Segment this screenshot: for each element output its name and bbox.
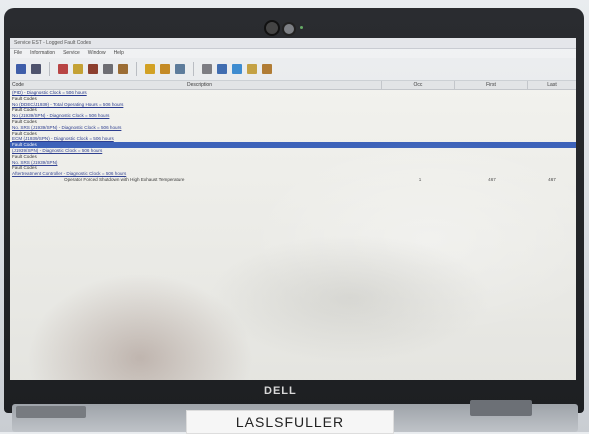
document-icon[interactable] [175,64,185,74]
camera-sensor-icon [282,22,296,36]
home-icon[interactable] [217,64,227,74]
column-last[interactable]: Last [527,81,576,89]
menu-help[interactable]: Help [114,49,124,58]
grid-header: Code Description Occ First Last [10,81,576,90]
menu-bar: File Information Service Window Help [10,49,576,58]
fault-description: Operator Forced Shutdown with High Exhau… [64,176,185,182]
camera-led [300,26,303,29]
settings-icon[interactable] [202,64,212,74]
download-icon[interactable] [232,64,242,74]
window-title: Service EST - Logged Fault Codes [14,40,92,46]
toolbar-separator [193,62,194,76]
fault-last: 467 [548,176,556,182]
asset-label: LASLSFULLER [186,410,394,434]
tools-icon[interactable] [88,64,98,74]
column-description[interactable]: Description [18,81,381,89]
hinge-right [470,400,532,416]
fault-code-row[interactable]: Operator Forced Shutdown with High Exhau… [10,177,576,183]
gauge-icon[interactable] [118,64,128,74]
menu-file[interactable]: File [14,49,22,58]
toolbar-separator [49,62,50,76]
refresh-icon[interactable] [160,64,170,74]
engine-icon[interactable] [103,64,113,74]
window-title-bar: Service EST - Logged Fault Codes [10,38,576,49]
fault-first: 467 [488,176,496,182]
column-first[interactable]: First [454,81,527,89]
graph-icon[interactable] [58,64,68,74]
toolbar [10,58,576,81]
flash-icon[interactable] [73,64,83,74]
save-icon[interactable] [16,64,26,74]
report-icon[interactable] [262,64,272,74]
laptop-screen: Service EST - Logged Fault Codes File In… [10,38,576,380]
menu-service[interactable]: Service [63,49,80,58]
folder-icon[interactable] [145,64,155,74]
menu-information[interactable]: Information [30,49,55,58]
webcam-icon [264,20,280,36]
fault-code-list: (PID) - Diagnostic Clock = 506 hours Fau… [10,90,576,183]
column-code[interactable]: Code [10,81,24,89]
fault-occ: 1 [418,176,422,182]
hinge-left [16,406,86,418]
column-occ[interactable]: Occ [381,81,454,89]
export-icon[interactable] [247,64,257,74]
menu-window[interactable]: Window [88,49,106,58]
toolbar-separator [136,62,137,76]
brand-logo: DELL [264,385,297,397]
print-icon[interactable] [31,64,41,74]
